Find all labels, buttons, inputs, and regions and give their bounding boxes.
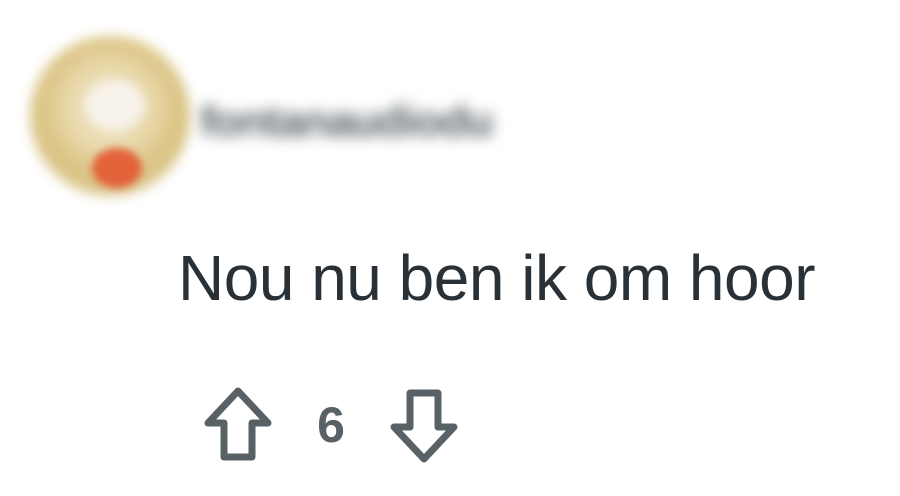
downvote-button[interactable] xyxy=(384,382,464,468)
avatar-badge xyxy=(92,148,142,188)
arrow-up-outline-icon xyxy=(204,387,272,461)
upvote-button[interactable] xyxy=(198,382,278,468)
vote-count: 6 xyxy=(317,397,345,453)
arrow-down-outline-icon xyxy=(390,389,458,463)
avatar-snoo-image xyxy=(85,80,145,130)
vote-bar: 6 xyxy=(198,382,464,468)
comment: fontanaudiodu Nou nu ben ik om hoor 6 xyxy=(0,0,900,496)
comment-author[interactable]: fontanaudiodu xyxy=(200,90,493,154)
comment-body: Nou nu ben ik om hoor xyxy=(178,242,816,314)
